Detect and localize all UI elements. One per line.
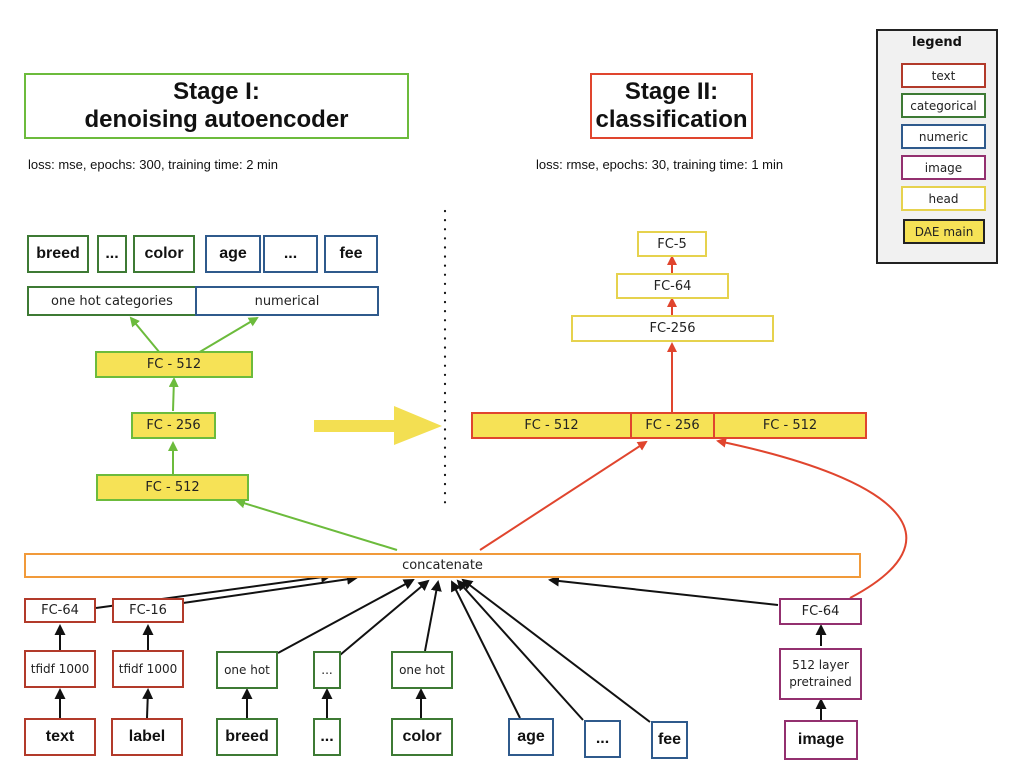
stage2-title-line2: classification (595, 106, 748, 133)
breed-one-hot: one hot (216, 651, 278, 689)
legend-title: legend (912, 35, 962, 50)
arrow-breed-to-concat (277, 579, 415, 654)
legend-item-dae-main: DAE main (903, 219, 985, 244)
stage1-info: loss: mse, epochs: 300, training time: 2… (28, 157, 279, 172)
text-tfidf: tfidf 1000 (24, 650, 96, 688)
legend-item-image: image (901, 155, 986, 180)
arrow-nummore-to-concat (456, 579, 584, 721)
one-hot-categories-block: one hot categories (27, 286, 197, 316)
input-image: image (784, 720, 858, 760)
output-numeric-more: ... (263, 235, 318, 273)
arrow-fee-to-concat (461, 578, 651, 723)
stage1-fc512-bottom: FC - 512 (96, 474, 249, 501)
stage2-dae-fc512-right: FC - 512 (713, 412, 867, 439)
head-fc5: FC-5 (637, 231, 707, 257)
stage2-title-line1: Stage II: (624, 78, 719, 105)
transfer-arrow (314, 406, 442, 445)
categorical-more-enc: ... (313, 651, 341, 689)
output-breed: breed (27, 235, 89, 273)
legend: legend text categorical numeric image he… (876, 29, 998, 264)
arrow-concat-to-dae (479, 440, 648, 551)
text-fc64: FC-64 (24, 598, 96, 623)
image-fc64: FC-64 (779, 598, 862, 625)
arrow-age-to-concat (451, 580, 521, 719)
stage2-dae-fc512-left: FC - 512 (471, 412, 632, 439)
input-text: text (24, 718, 96, 756)
label-tfidf: tfidf 1000 (112, 650, 184, 688)
stage2-info: loss: rmse, epochs: 30, training time: 1… (536, 157, 784, 172)
arrow-label-fc16-to-concat (182, 573, 358, 604)
output-fee: fee (324, 235, 378, 273)
input-categorical-more: ... (313, 718, 341, 756)
stage1-fc512-top: FC - 512 (95, 351, 253, 378)
label-fc16: FC-16 (112, 598, 184, 623)
input-color: color (391, 718, 453, 756)
arrow-fc256-to-fc512 (168, 377, 179, 412)
arrow-concat-to-fc512 (235, 498, 398, 551)
arrow-fc512-to-numerical (197, 316, 259, 354)
input-breed: breed (216, 718, 278, 756)
diagram-canvas: Stage I: denoising autoencoder loss: mse… (0, 0, 1024, 768)
legend-item-categorical: categorical (901, 93, 986, 118)
arrow-image-fc64-to-concat (548, 575, 779, 606)
head-fc256: FC-256 (571, 315, 774, 342)
stage1-title-line1: Stage I: (173, 78, 260, 105)
input-fee: fee (651, 721, 688, 759)
numerical-block: numerical (195, 286, 379, 316)
output-categorical-more: ... (97, 235, 127, 273)
stage1-title-line2: denoising autoencoder (84, 106, 349, 133)
legend-item-numeric: numeric (901, 124, 986, 149)
legend-item-text: text (901, 63, 986, 88)
arrow-label-to-tfidf (142, 688, 154, 719)
stage2-title: Stage II: classification (590, 73, 753, 139)
stage1-title: Stage I: denoising autoencoder (24, 73, 409, 139)
arrow-fc512-to-categories (129, 316, 161, 354)
arrow-catmore-to-concat (339, 579, 430, 656)
output-age: age (205, 235, 261, 273)
output-color: color (133, 235, 195, 273)
concatenate-layer: concatenate (24, 553, 861, 578)
input-numeric-more: ... (584, 720, 621, 758)
stage2-dae-fc256: FC - 256 (630, 412, 715, 439)
head-fc64: FC-64 (616, 273, 729, 299)
input-age: age (508, 718, 554, 756)
input-label: label (111, 718, 183, 756)
image-pretrained: 512 layer pretrained (779, 648, 862, 700)
stage1-fc256: FC - 256 (131, 412, 216, 439)
legend-item-head: head (901, 186, 986, 211)
color-one-hot: one hot (391, 651, 453, 689)
arrow-color-to-concat (424, 580, 442, 652)
